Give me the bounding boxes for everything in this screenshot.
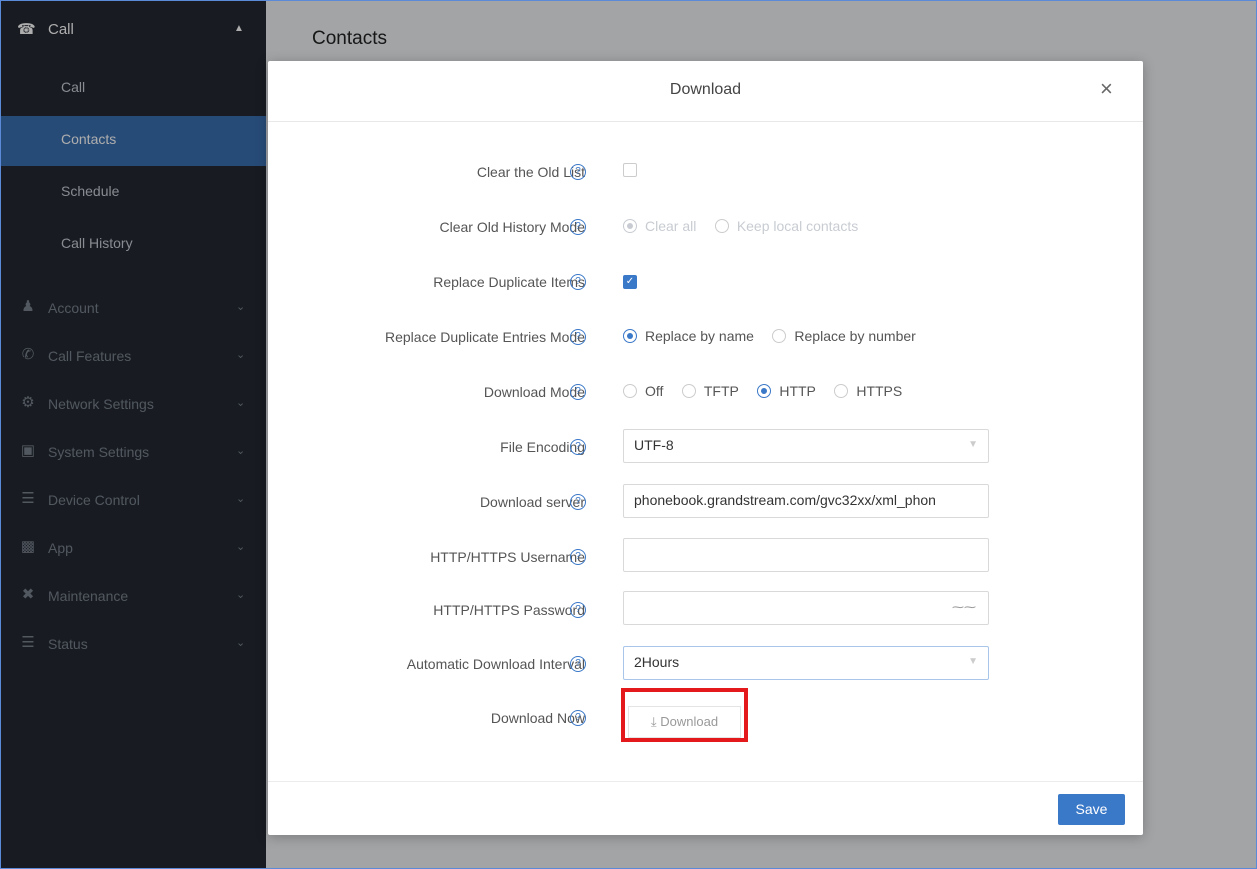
radio-off[interactable]: Off <box>623 383 663 399</box>
chevron-down-icon: ▼ <box>968 656 978 667</box>
radio-label: Replace by number <box>794 328 916 344</box>
radio-dot <box>757 384 772 398</box>
row-replace-duplicate-items: Replace Duplicate Items ? ✓ <box>268 263 1143 303</box>
radio-label: HTTPS <box>856 383 903 399</box>
radio-dot <box>834 384 849 398</box>
radio-tftp[interactable]: TFTP <box>681 383 739 399</box>
app-window: ☎ Call ▲ Call Contacts Schedule Call His… <box>0 0 1257 869</box>
row-clear-old-history-mode: Clear Old History Mode ? Clear all Keep … <box>268 208 1143 248</box>
clear-history-mode-radios: Clear all Keep local contacts <box>623 218 872 238</box>
radio-https[interactable]: HTTPS <box>834 383 902 399</box>
input-value: phonebook.grandstream.com/gvc32xx/xml_ph… <box>634 492 936 508</box>
dialog-header: Download × <box>268 61 1143 122</box>
radio-label: Clear all <box>645 218 697 234</box>
radio-dot <box>681 384 696 398</box>
dialog-title: Download <box>669 81 742 98</box>
download-dialog: Download × Clear the Old List ? Clear Ol… <box>268 61 1143 835</box>
radio-dot <box>623 219 637 233</box>
field-label: Replace Duplicate Items <box>433 274 585 290</box>
chevron-down-icon: ▼ <box>968 439 978 450</box>
row-replace-duplicate-entries-mode: Replace Duplicate Entries Mode ? Replace… <box>268 318 1143 358</box>
radio-http[interactable]: HTTP <box>757 383 816 399</box>
download-server-input[interactable]: phonebook.grandstream.com/gvc32xx/xml_ph… <box>623 484 989 518</box>
help-icon[interactable]: ? <box>570 439 586 455</box>
help-icon[interactable]: ? <box>570 219 586 235</box>
radio-label: Off <box>645 383 664 399</box>
field-label: Clear the Old List <box>476 164 585 180</box>
help-icon[interactable]: ? <box>570 549 586 565</box>
save-button[interactable]: Save <box>1058 794 1125 825</box>
field-label: Replace Duplicate Entries Mode <box>385 329 585 345</box>
radio-label: Replace by name <box>645 328 754 344</box>
radio-dot <box>623 384 637 398</box>
field-label: Automatic Download Interval <box>406 656 585 672</box>
field-label: HTTP/HTTPS Password <box>433 602 585 618</box>
radio-label: Keep local contacts <box>736 218 859 234</box>
http-password-input[interactable]: ⁓⁓ <box>623 591 989 625</box>
help-icon[interactable]: ? <box>570 274 586 290</box>
help-icon[interactable]: ? <box>570 656 586 672</box>
help-icon[interactable]: ? <box>570 602 586 618</box>
radio-label: HTTP <box>779 383 816 399</box>
field-label: Clear Old History Mode <box>439 219 586 235</box>
radio-dot <box>714 219 729 233</box>
clear-old-list-checkbox[interactable] <box>623 161 637 179</box>
annotation-highlight-box <box>621 688 748 742</box>
radio-replace-by-name[interactable]: Replace by name <box>623 328 754 344</box>
help-icon[interactable]: ? <box>570 329 586 345</box>
radio-dot <box>772 329 787 343</box>
divider <box>268 781 1143 782</box>
row-clear-old-list: Clear the Old List ? <box>268 153 1143 193</box>
help-icon[interactable]: ? <box>570 164 586 180</box>
http-username-input[interactable] <box>623 538 989 572</box>
select-value: UTF-8 <box>634 437 674 453</box>
select-value: 2Hours <box>634 654 680 670</box>
row-download-mode: Download Mode ? Off TFTP HTTP HTTPS <box>268 373 1143 413</box>
radio-clear-all[interactable]: Clear all <box>623 218 696 234</box>
download-mode-radios: Off TFTP HTTP HTTPS <box>623 383 916 403</box>
radio-dot <box>623 329 637 343</box>
checkbox-checked[interactable]: ✓ <box>623 274 637 289</box>
auto-download-interval-select[interactable]: 2Hours ▼ <box>623 646 989 680</box>
replace-duplicate-items-checkbox[interactable]: ✓ <box>623 273 637 291</box>
checkbox[interactable] <box>623 162 637 177</box>
modal-backdrop-sidebar <box>1 1 266 868</box>
replace-mode-radios: Replace by name Replace by number <box>623 328 930 348</box>
eye-closed-icon[interactable]: ⁓⁓ <box>952 600 976 614</box>
help-icon[interactable]: ? <box>570 494 586 510</box>
help-icon[interactable]: ? <box>570 710 586 726</box>
help-icon[interactable]: ? <box>570 384 586 400</box>
radio-label: TFTP <box>703 383 739 399</box>
file-encoding-select[interactable]: UTF-8 ▼ <box>623 429 989 463</box>
field-label: HTTP/HTTPS Username <box>430 549 585 565</box>
close-icon[interactable]: × <box>1100 76 1113 102</box>
radio-replace-by-number[interactable]: Replace by number <box>772 328 916 344</box>
radio-keep-local[interactable]: Keep local contacts <box>714 218 859 234</box>
